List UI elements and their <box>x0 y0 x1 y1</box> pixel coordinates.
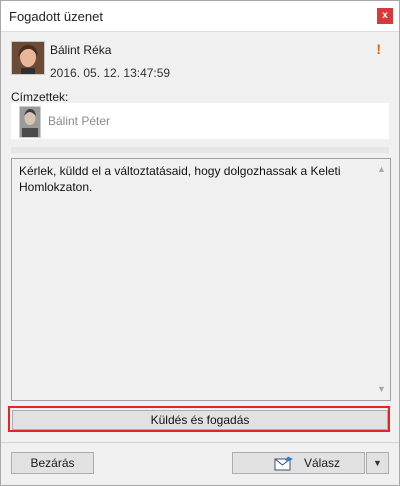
recipient-avatar <box>19 106 41 138</box>
title-bar: Fogadott üzenet x <box>1 1 399 32</box>
divider <box>1 442 399 443</box>
window-title: Fogadott üzenet <box>9 9 103 24</box>
send-receive-button[interactable]: Küldés és fogadás <box>12 410 388 430</box>
reply-button[interactable]: Válasz <box>232 452 365 474</box>
scroll-up-icon[interactable]: ▲ <box>374 162 389 177</box>
envelope-reply-icon <box>274 456 293 471</box>
recipient-name[interactable]: Bálint Péter <box>48 114 110 128</box>
user-photo-icon <box>20 107 40 137</box>
message-body-area[interactable]: Kérlek, küldd el a változtatásaid, hogy … <box>11 158 391 401</box>
recipients-label: Címzettek: <box>11 90 69 104</box>
close-button[interactable]: Bezárás <box>11 452 94 474</box>
scroll-down-icon[interactable]: ▼ <box>374 382 389 397</box>
received-message-dialog: Fogadott üzenet x Bálint Réka 2016. 05. … <box>0 0 400 486</box>
sender-name: Bálint Réka <box>50 43 112 57</box>
sender-avatar <box>11 41 45 75</box>
chevron-down-icon[interactable]: ▼ <box>366 452 389 474</box>
vertical-scrollbar[interactable]: ▲ ▼ <box>374 160 389 399</box>
priority-icon: ! <box>376 41 381 57</box>
reply-label: Válasz <box>304 456 341 470</box>
recipients-list: Bálint Péter <box>11 103 389 139</box>
sender-date: 2016. 05. 12. 13:47:59 <box>50 66 171 80</box>
user-photo-icon <box>12 42 44 74</box>
close-icon[interactable]: x <box>377 8 393 24</box>
message-text: Kérlek, küldd el a változtatásaid, hogy … <box>19 164 341 194</box>
divider <box>11 147 389 153</box>
